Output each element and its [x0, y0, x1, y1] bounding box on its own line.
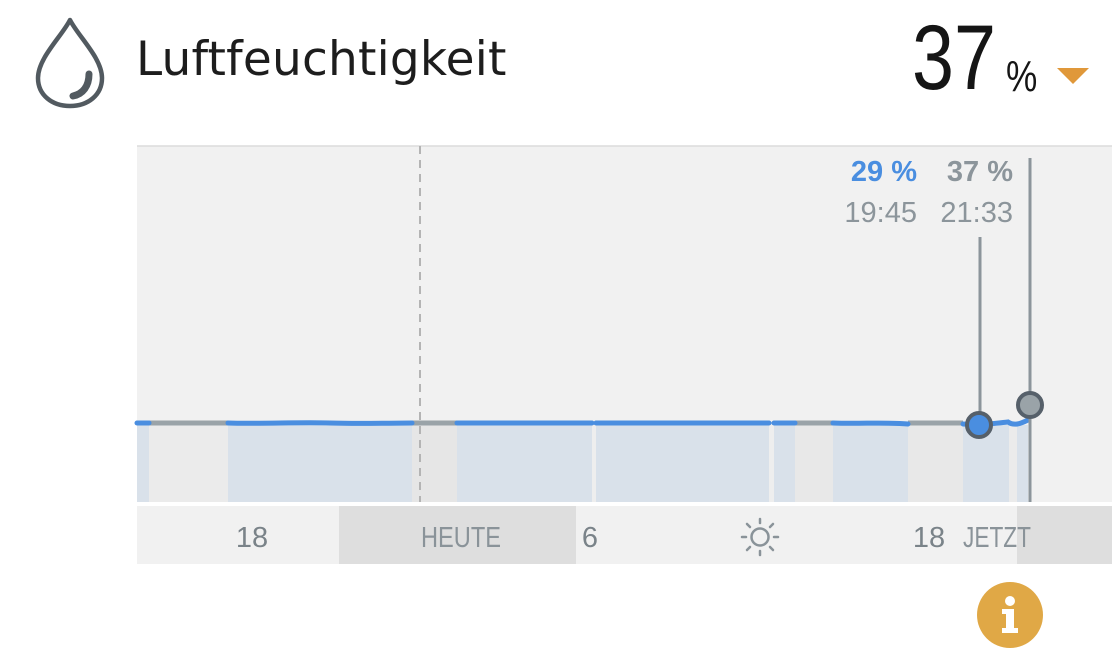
info-button[interactable] [977, 582, 1043, 648]
future-period-band [1017, 506, 1112, 564]
area-band [149, 425, 228, 502]
readout-value: 37 % [947, 156, 1013, 188]
area-band [774, 425, 795, 502]
area-band [228, 425, 412, 502]
area-band [596, 425, 769, 502]
readout-value: 29 % [851, 156, 917, 188]
area-bands [137, 425, 1028, 502]
tick-label: HEUTE [421, 522, 501, 554]
area-band [412, 425, 457, 502]
area-band [908, 425, 963, 502]
timeline-axis: 18 HEUTE 6 18 JETZT [137, 506, 1112, 564]
area-band [769, 425, 774, 502]
data-point-2133[interactable] [1016, 391, 1044, 419]
readout-time: 21:33 [940, 197, 1013, 229]
area-band [592, 425, 596, 502]
line-segment [225, 420, 415, 426]
area-band [1017, 425, 1028, 502]
tick-label: 6 [582, 522, 598, 554]
info-icon [1002, 596, 1018, 633]
tick-label: 18 [236, 522, 268, 554]
line-segment [830, 420, 911, 427]
readout-time: 19:45 [844, 197, 917, 229]
area-band [833, 425, 908, 502]
area-band [1009, 425, 1017, 502]
data-point-1945[interactable] [965, 411, 993, 439]
area-band [795, 425, 833, 502]
area-band [137, 425, 149, 502]
tick-label: 18 [913, 522, 945, 554]
area-band [457, 425, 592, 502]
humidity-chart[interactable]: 29 % 19:45 37 % 21:33 18 HEUTE 6 18 JETZ… [0, 0, 1112, 654]
tick-label: JETZT [963, 522, 1031, 554]
